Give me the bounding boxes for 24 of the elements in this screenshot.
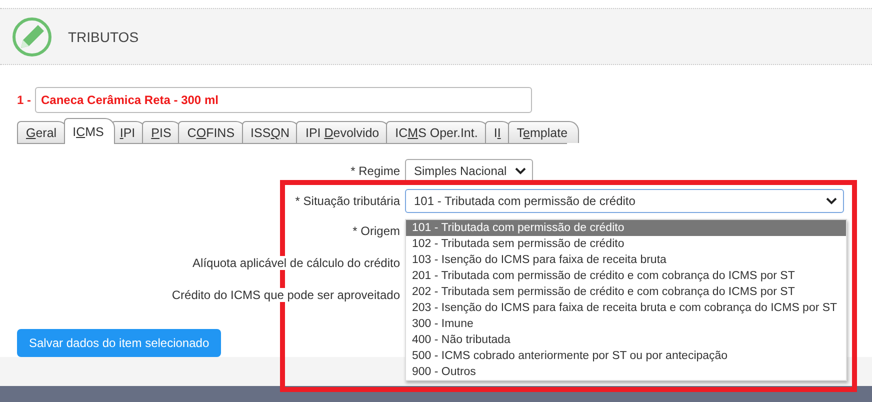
chevron-down-icon (826, 197, 837, 206)
pencil-icon (12, 16, 52, 57)
tab[interactable]: ICMS (64, 118, 115, 144)
chevron-down-icon (515, 167, 526, 176)
dropdown-option[interactable]: 201 - Tributada com permissão de crédito e com cobrança do ICMS por ST (406, 268, 846, 284)
dropdown-option[interactable]: 203 - Isenção do ICMS para faixa de receita bruta e com cobrança do ICMS por ST (406, 300, 846, 316)
dropdown-option[interactable]: 202 - Tributada sem permissão de crédito e com cobrança do ICMS por ST (406, 284, 846, 300)
dropdown-option[interactable]: 102 - Tributada sem permissão de crédito (406, 236, 846, 252)
item-number: 1 - (17, 93, 32, 108)
page-title: TRIBUTOS (68, 28, 139, 45)
field-label: Crédito do ICMS que pode ser aproveitado (172, 288, 400, 302)
dropdown-option[interactable]: 900 - Outros (406, 364, 846, 380)
tab[interactable]: Template (508, 121, 579, 144)
field-label: Alíquota aplicável de cálculo do crédito (192, 256, 400, 270)
tax-situation-select[interactable]: 101 - Tributada com permissão de crédito (405, 189, 844, 214)
field-label: * Regime (350, 164, 400, 178)
field-label: * Situação tributária (295, 194, 400, 208)
dropdown-option[interactable]: 103 - Isenção do ICMS para faixa de receita bruta (406, 252, 846, 268)
dropdown-option[interactable]: 101 - Tributada com permissão de crédito (406, 220, 846, 236)
dropdown-option[interactable]: 400 - Não tributada (406, 332, 846, 348)
item-name-field[interactable]: Caneca Cerâmica Reta - 300 ml (35, 87, 532, 114)
dropdown-option[interactable]: 500 - ICMS cobrado anteriormente por ST ou por antecipação (406, 348, 846, 364)
dropdown-option[interactable]: 300 - Imune (406, 316, 846, 332)
field-label: * Origem (352, 224, 400, 238)
